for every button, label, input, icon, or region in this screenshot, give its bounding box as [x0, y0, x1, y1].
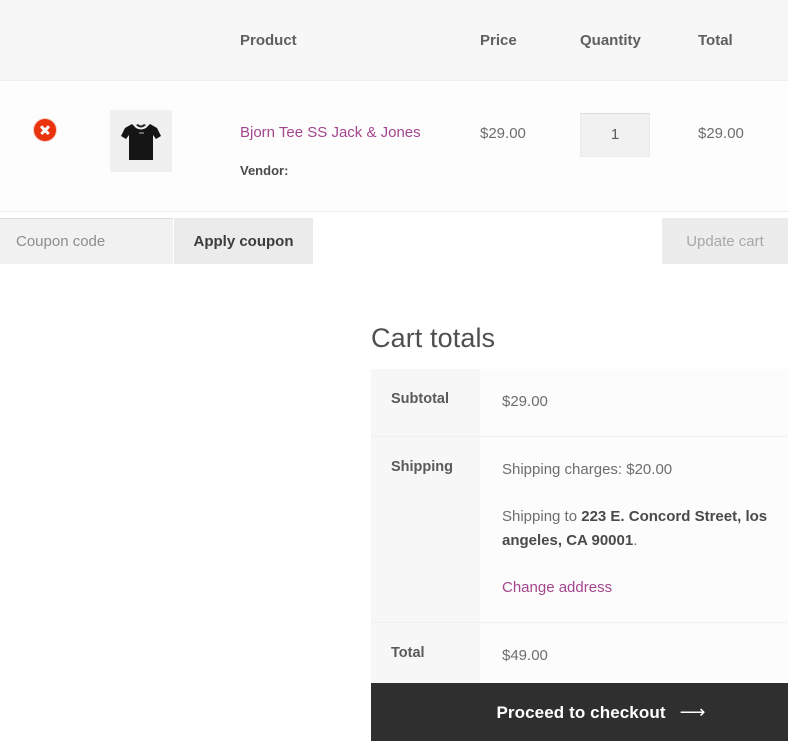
cart-page: Product Price Quantity Total Bjorn Tee S…: [0, 0, 788, 741]
shipping-cell: Shipping charges: $20.00 Shipping to 223…: [480, 436, 788, 623]
totals-row-shipping: Shipping Shipping charges: $20.00 Shippi…: [371, 436, 788, 623]
proceed-to-checkout-button[interactable]: Proceed to checkout ⟶: [371, 683, 788, 741]
change-address-link[interactable]: Change address: [502, 579, 612, 596]
cart-row-thumbnail-cell: [110, 80, 240, 212]
quantity-input[interactable]: 1: [580, 113, 650, 157]
remove-circle-icon[interactable]: [34, 119, 56, 141]
cart-items-table: Product Price Quantity Total Bjorn Tee S…: [0, 0, 788, 212]
subtotal-value: $29.00: [480, 369, 788, 437]
subtotal-label: Subtotal: [371, 369, 480, 437]
shipping-label: Shipping: [371, 436, 480, 623]
column-header-remove: [0, 0, 110, 81]
column-header-price: Price: [480, 0, 580, 81]
cart-row-quantity-cell: 1: [580, 80, 698, 212]
vendor-label: Vendor:: [240, 162, 289, 178]
column-header-product: Product: [240, 0, 480, 81]
checkout-label: Proceed to checkout: [496, 702, 666, 722]
column-header-quantity: Quantity: [580, 0, 698, 81]
coupon-input[interactable]: [0, 218, 173, 264]
cart-totals-table: Subtotal $29.00 Shipping Shipping charge…: [371, 369, 788, 690]
arrow-right-icon: ⟶: [679, 701, 706, 722]
cart-row-product-cell: Bjorn Tee SS Jack & Jones Vendor:: [240, 80, 480, 212]
cart-table-header-row: Product Price Quantity Total: [0, 0, 788, 81]
apply-coupon-button[interactable]: Apply coupon: [174, 218, 313, 264]
total-label: Total: [371, 622, 480, 690]
product-line-total: $29.00: [698, 125, 744, 142]
totals-row-total: Total $49.00: [371, 622, 788, 690]
shipping-to-suffix: .: [633, 532, 638, 550]
column-header-total: Total: [698, 0, 788, 81]
cart-row-price-cell: $29.00: [480, 80, 580, 212]
shipping-charges-text: Shipping charges: $20.00: [502, 460, 673, 478]
totals-row-subtotal: Subtotal $29.00: [371, 369, 788, 437]
cart-row-remove-cell: [0, 80, 110, 212]
shipping-destination-text: Shipping to 223 E. Concord Street, los a…: [502, 505, 770, 555]
product-price: $29.00: [480, 125, 526, 142]
cart-row-total-cell: $29.00: [698, 80, 788, 212]
update-cart-button[interactable]: Update cart: [662, 218, 788, 264]
product-name-link[interactable]: Bjorn Tee SS Jack & Jones: [240, 123, 480, 143]
cart-totals-heading: Cart totals: [371, 323, 496, 353]
shipping-to-prefix: Shipping to: [502, 507, 582, 525]
column-header-thumbnail: [110, 0, 240, 81]
total-value: $49.00: [480, 622, 788, 690]
tshirt-thumbnail[interactable]: [110, 110, 172, 172]
coupon-actions-row: Apply coupon Update cart: [0, 218, 788, 264]
table-row: Bjorn Tee SS Jack & Jones Vendor: $29.00…: [0, 80, 788, 212]
